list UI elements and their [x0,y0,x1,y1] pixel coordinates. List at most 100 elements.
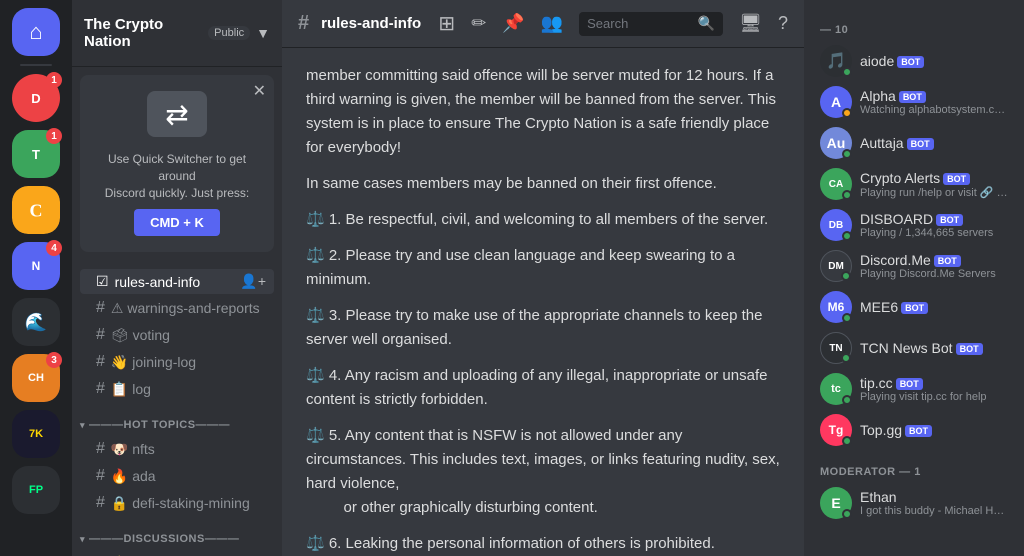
server-icon-1[interactable]: D1 [12,74,60,122]
edit-icon[interactable]: ✏ [471,13,486,34]
channel-item-defi[interactable]: # 🔒 defi-staking-mining [80,490,274,516]
member-info-ethan: Ethan I got this buddy - Michael Hun... [860,489,1008,517]
message-6: ⚖️ 4. Any racism and uploading of any il… [306,364,780,412]
inbox-icon[interactable]: 🖥 [739,13,762,34]
channel-name-ada: 🔥 ada [111,468,156,485]
add-member-icon[interactable]: 👤+ [240,273,266,290]
channel-item-voting[interactable]: # 🗳 voting [80,322,274,348]
member-item-tcn-news-bot[interactable]: TN TCN News BotBOT [812,328,1016,368]
checkbox-icon: ☑ [96,273,109,290]
help-icon[interactable]: ? [778,13,788,34]
member-item-mee6[interactable]: M6 MEE6BOT [812,287,1016,327]
member-info-disboard: DISBOARDBOT Playing / 1,344,665 servers [860,211,1008,239]
category-hot-topics[interactable]: ▾ ———HOT TOPICS——— [72,403,282,435]
search-bar[interactable]: 🔍 [579,12,723,36]
member-status-ethan: I got this buddy - Michael Hun... [860,505,1008,517]
status-dot-disboard [842,231,852,241]
channel-item-ada[interactable]: # 🔥 ada [80,463,274,489]
sidebar: The Crypto Nation Public ▼ ✕ ⇄ Use Quick… [72,0,282,556]
hash-icon: # [96,299,105,317]
category-discussions[interactable]: ▾ ———DISCUSSIONS——— [72,517,282,549]
channel-item-rules-and-info[interactable]: ☑ rules-and-info 👤+ [80,269,274,294]
status-dot-tcn-news-bot [841,353,851,363]
server-divider [20,64,52,66]
main-content: # rules-and-info ⊞ ✏ 📌 👥 🔍 🖥 ? member co… [282,0,804,556]
member-name-mee6: MEE6BOT [860,299,1008,315]
member-avatar-topgg: Tg [820,414,852,446]
server-icon-3[interactable] [12,186,60,234]
channel-list: ☑ rules-and-info 👤+ # ⚠ warnings-and-rep… [72,260,282,556]
member-info-auttaja: AuttajaBOT [860,135,1008,151]
member-info-alpha: AlphaBOT Watching alphabotsystem.com [860,88,1008,116]
members-icon[interactable]: 👥 [541,13,563,34]
quick-switcher-shortcut[interactable]: CMD + K [134,209,220,236]
server-header[interactable]: The Crypto Nation Public ▼ [72,0,282,67]
member-item-discordme[interactable]: DM Discord.MeBOT Playing Discord.Me Serv… [812,246,1016,286]
server-icon-8[interactable]: FP [12,466,60,514]
server-header-right: Public ▼ [208,25,270,41]
member-avatar-crypto-alerts: CA [820,168,852,200]
message-4: ⚖️ 2. Please try and use clean language … [306,244,780,292]
member-item-tipcc[interactable]: tc tip.ccBOT Playing visit tip.cc for he… [812,369,1016,409]
channel-item-joining-log[interactable]: # 👋 joining-log [80,349,274,375]
member-item-alpha[interactable]: A AlphaBOT Watching alphabotsystem.com [812,82,1016,122]
quick-switcher-arrows: ⇄ [147,91,207,141]
message-5: ⚖️ 3. Please try to make use of the appr… [306,304,780,352]
message-1: member committing said offence will be s… [306,64,780,160]
member-item-aiode[interactable]: 🎵 aiodeBOT [812,41,1016,81]
search-input[interactable] [587,16,692,31]
member-avatar-auttaja: Au [820,127,852,159]
server-icon-5[interactable]: 🌊 [12,298,60,346]
server-icon-2[interactable]: T1 [12,130,60,178]
member-info-tcn-news-bot: TCN News BotBOT [860,340,1008,356]
server-name: The Crypto Nation [84,16,208,50]
server-icon-4[interactable]: N4 [12,242,60,290]
status-dot-crypto-alerts [842,190,852,200]
channel-item-nfts[interactable]: # 🐶 nfts [80,436,274,462]
bot-badge: BOT [934,255,961,267]
status-dot-mee6 [842,313,852,323]
member-item-disboard[interactable]: DB DISBOARDBOT Playing / 1,344,665 serve… [812,205,1016,245]
member-item-ethan[interactable]: E Ethan I got this buddy - Michael Hun..… [812,483,1016,523]
status-dot-discordme [841,271,851,281]
server-list: ⌂ D1 T1 N4 🌊 CH3 7K FP [0,0,72,556]
member-info-aiode: aiodeBOT [860,53,1008,69]
member-name-tcn-news-bot: TCN News BotBOT [860,340,1008,356]
channel-hash-icon: # [298,12,309,35]
channel-name-defi: 🔒 defi-staking-mining [111,495,250,512]
channel-item-off-topic[interactable]: # ⭐ off-topic [80,550,274,556]
hashtag-icon[interactable]: ⊞ [438,11,455,36]
server-icon-6[interactable]: CH3 [12,354,60,402]
hash-icon: # [96,326,105,344]
category-arrow-icon: ▾ [80,420,85,431]
member-item-topgg[interactable]: Tg Top.ggBOT [812,410,1016,450]
member-name-discordme: Discord.MeBOT [860,252,1008,268]
hash-icon: # [96,440,105,458]
bot-badge: BOT [905,425,932,437]
message-8: ⚖️ 6. Leaking the personal information o… [306,532,780,556]
status-dot-tipcc [842,395,852,405]
close-icon[interactable]: ✕ [253,81,266,101]
member-avatar-aiode: 🎵 [820,45,852,77]
arrows-icon: ⇄ [147,91,207,137]
member-section-header-bots: — 10 [812,16,1016,40]
status-dot-auttaja [842,149,852,159]
pin-icon[interactable]: 📌 [502,13,524,34]
header-icons: ⊞ ✏ 📌 👥 🔍 🖥 ? [438,11,788,36]
hash-icon: # [96,380,105,398]
quick-switcher-popup: ✕ ⇄ Use Quick Switcher to get around Dis… [80,75,274,252]
channel-item-warnings[interactable]: # ⚠ warnings-and-reports [80,295,274,321]
member-status-alpha: Watching alphabotsystem.com [860,104,1008,116]
search-icon: 🔍 [698,15,715,32]
member-item-crypto-alerts[interactable]: CA Crypto AlertsBOT Playing run /help or… [812,164,1016,204]
channel-item-log[interactable]: # 📋 log [80,376,274,402]
public-badge: Public [208,26,250,40]
home-button[interactable]: ⌂ [12,8,60,56]
member-info-mee6: MEE6BOT [860,299,1008,315]
member-avatar-discordme: DM [820,250,852,282]
server-icon-7[interactable]: 7K [12,410,60,458]
member-avatar-tcn-news-bot: TN [820,332,852,364]
member-status-disboard: Playing / 1,344,665 servers [860,227,1008,239]
bot-badge: BOT [896,378,923,390]
member-item-auttaja[interactable]: Au AuttajaBOT [812,123,1016,163]
